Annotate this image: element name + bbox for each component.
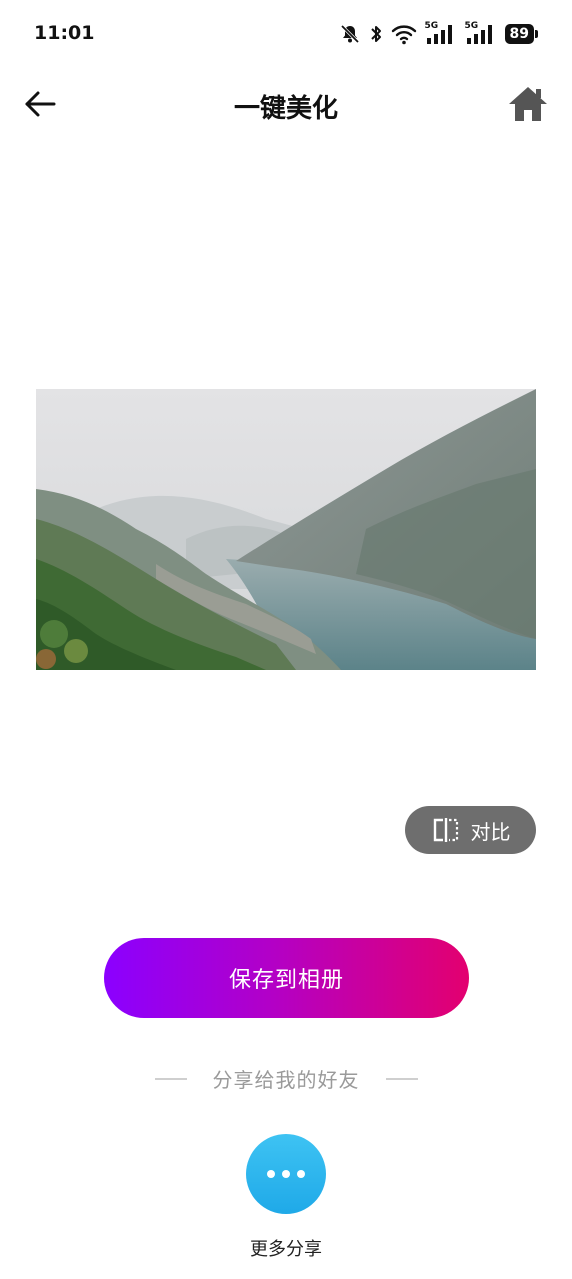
compare-icon [433,818,458,842]
battery-icon: 89 [504,24,538,44]
share-heading: 分享给我的好友 [0,1064,572,1093]
save-to-album-button[interactable]: 保存到相册 [104,938,469,1018]
save-to-album-label: 保存到相册 [228,968,344,993]
home-icon [509,87,547,121]
wifi-icon [391,23,417,45]
signal-icon-sim1: 5G [425,21,457,46]
divider-line-left [154,1077,187,1080]
page-title: 一键美化 [233,94,338,124]
compare-label: 对比 [470,819,511,844]
bluetooth-icon [369,23,383,45]
status-time: 11:01 [34,22,95,44]
share-heading-label: 分享给我的好友 [212,1068,360,1092]
compare-button[interactable]: 对比 [405,806,536,854]
divider-line-right [385,1077,418,1080]
more-share-button[interactable] [246,1134,326,1214]
status-icons: 5G 5G 89 [339,20,538,48]
home-button[interactable] [506,82,550,126]
status-bar: 11:01 5G 5G 89 [0,0,572,70]
more-share-label: 更多分享 [250,1239,322,1260]
signal-icon-sim2: 5G [465,21,497,46]
more-icon [267,1170,275,1178]
edited-photo [36,389,536,670]
mute-bell-icon [339,23,361,45]
header: 一键美化 [0,70,572,140]
battery-level: 89 [504,24,534,44]
